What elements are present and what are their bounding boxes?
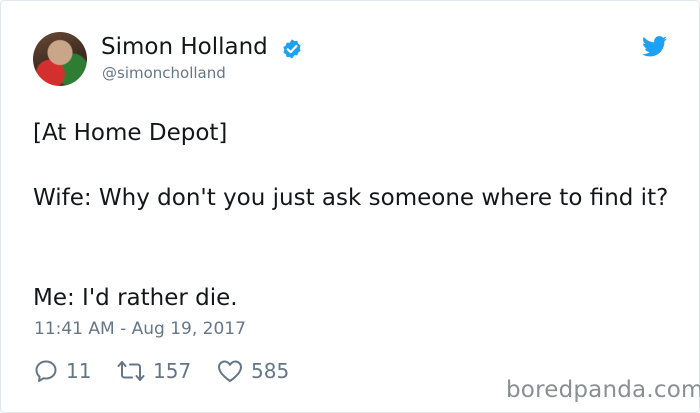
tweet-text-line: Me: I'd rather die. [33,285,238,311]
author-handle[interactable]: @simoncholland [102,64,226,82]
like-count: 585 [251,359,290,383]
tweet-text-line: [At Home Depot] [33,120,228,146]
retweet-arrows-icon [117,361,145,381]
tweet-timestamp[interactable]: 11:41 AM - Aug 19, 2017 [34,319,246,339]
reply-button[interactable]: 11 [34,357,91,385]
verified-badge-icon [283,39,301,59]
watermark: boredpanda.com [506,377,700,403]
heart-icon [218,360,242,382]
retweet-count: 157 [153,359,192,383]
tweet-card: Simon Holland @simoncholland [At Home De… [0,0,700,413]
retweet-button[interactable]: 157 [117,357,191,385]
author-name[interactable]: Simon Holland [101,34,268,60]
reply-count: 11 [66,359,92,383]
reply-bubble-icon [35,360,57,382]
twitter-bird-icon[interactable] [642,36,667,57]
like-button[interactable]: 585 [217,357,289,385]
tweet-text-line: Wife: Why don't you just ask someone whe… [33,185,669,211]
avatar[interactable] [33,32,87,86]
